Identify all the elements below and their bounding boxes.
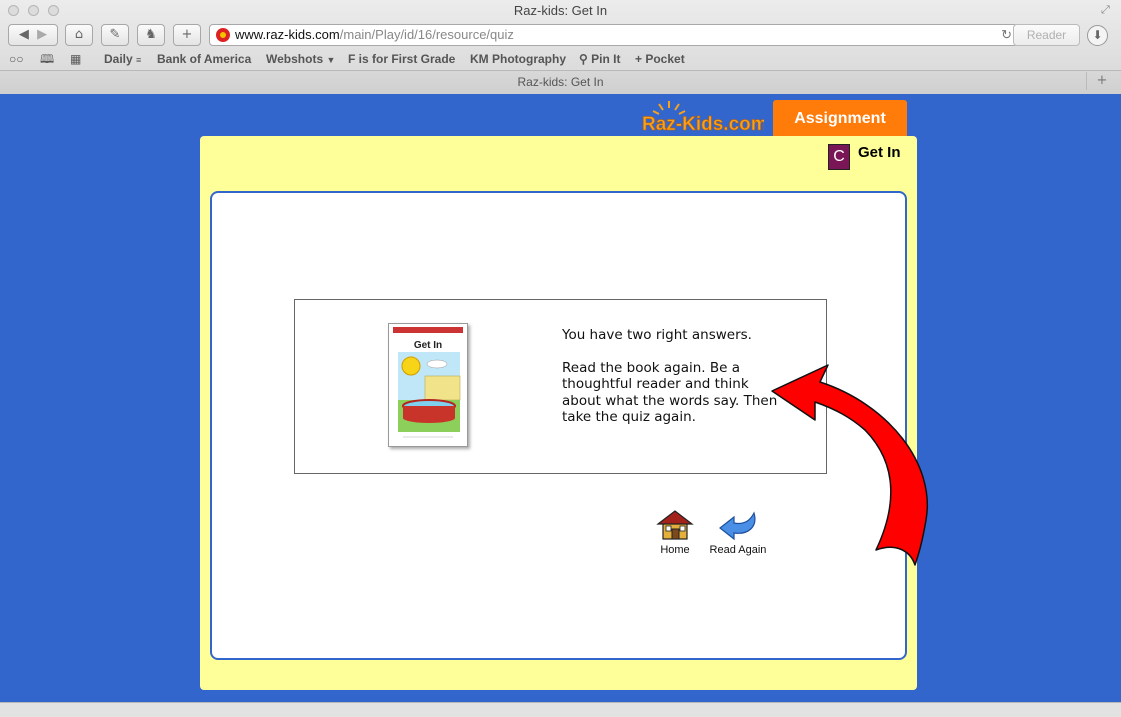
site-favicon <box>216 28 230 42</box>
house-icon: ⌂ <box>74 27 84 42</box>
active-tab-title[interactable]: Raz-kids: Get In <box>517 75 603 89</box>
back-icon[interactable]: ◀ <box>19 27 29 42</box>
raz-kids-logo[interactable]: Raz-Kids.com <box>642 100 764 136</box>
forward-icon[interactable]: ▶ <box>37 27 47 42</box>
bookmark-km-photography[interactable]: KM Photography <box>470 50 566 68</box>
tab-bar[interactable]: Raz-kids: Get In <box>0 70 1121 94</box>
chevron-down-icon: ▼ <box>326 55 336 65</box>
pin-icon: ⚲ <box>579 52 588 66</box>
book-title: Get In <box>858 144 901 161</box>
url-host: www.raz-kids.com <box>235 27 340 42</box>
bookmark-pocket[interactable]: + Pocket <box>635 50 685 68</box>
evernote-toolbar-button[interactable]: ♞ <box>137 24 165 46</box>
plus-icon: + <box>181 27 193 42</box>
house-icon <box>656 510 694 540</box>
level-badge: C <box>828 144 850 170</box>
logo-text: Raz-Kids.com <box>642 114 764 135</box>
downloads-icon[interactable]: ⬇ <box>1087 25 1108 46</box>
bookmarks-bar: ○○ 🕮 ▦ Daily ≡ Bank of America Webshots … <box>0 50 1121 68</box>
window-title: Raz-kids: Get In <box>513 3 608 18</box>
cover-band <box>393 327 463 333</box>
cover-sun-icon <box>401 356 421 376</box>
status-bar <box>0 702 1121 717</box>
reload-icon[interactable]: ↻ <box>1001 25 1012 45</box>
bookmark-bank-of-america[interactable]: Bank of America <box>157 50 251 68</box>
result-message: You have two right answers. Read the boo… <box>562 327 782 426</box>
cover-fence <box>424 375 461 401</box>
home-label[interactable]: Home <box>650 544 700 556</box>
instruction-text: Read the book again. Be a thoughtful rea… <box>562 359 778 426</box>
bookmark-webshots[interactable]: Webshots ▼ <box>266 50 335 69</box>
logo-sun-rays <box>652 101 686 115</box>
home-button[interactable]: Home <box>650 509 700 561</box>
new-tab-toolbar-button[interactable]: + <box>173 24 201 46</box>
close-window-button[interactable] <box>8 5 19 16</box>
bookmark-pin-it[interactable]: ⚲ Pin It <box>579 50 620 68</box>
minimize-window-button[interactable] <box>28 5 39 16</box>
book-cover: Get In <box>388 323 468 447</box>
new-tab-plus-icon[interactable]: + <box>1086 72 1117 90</box>
bookmark-daily[interactable]: Daily ≡ <box>104 50 141 69</box>
fullscreen-icon[interactable]: ⤢ <box>1101 3 1110 17</box>
reader-button[interactable]: Reader <box>1013 24 1080 46</box>
url-path: /main/Play/id/16/resource/quiz <box>339 27 514 42</box>
bookmark-first-grade[interactable]: F is for First Grade <box>348 50 455 68</box>
assignment-tab[interactable]: Assignment <box>773 100 907 136</box>
home-toolbar-button[interactable]: ⌂ <box>65 24 93 46</box>
bookmarks-book-icon[interactable]: 🕮 <box>40 50 54 68</box>
cover-cloud <box>426 359 448 369</box>
pencil-icon: ✎ <box>109 27 121 42</box>
cover-title: Get In <box>414 340 442 351</box>
return-arrow-icon <box>719 511 756 541</box>
cover-pool-base <box>403 413 455 423</box>
annotation-arrow <box>771 364 928 566</box>
zoom-window-button[interactable] <box>48 5 59 16</box>
reading-list-icon[interactable]: ○○ <box>9 50 24 68</box>
score-text: You have two right answers. <box>562 327 752 343</box>
elephant-icon: ♞ <box>145 27 157 42</box>
back-forward-buttons[interactable]: ◀ ▶ <box>8 24 58 46</box>
top-sites-grid-icon[interactable]: ▦ <box>70 50 81 68</box>
share-toolbar-button[interactable]: ✎ <box>101 24 129 46</box>
address-bar[interactable]: www.raz-kids.com/main/Play/id/16/resourc… <box>209 24 1018 46</box>
